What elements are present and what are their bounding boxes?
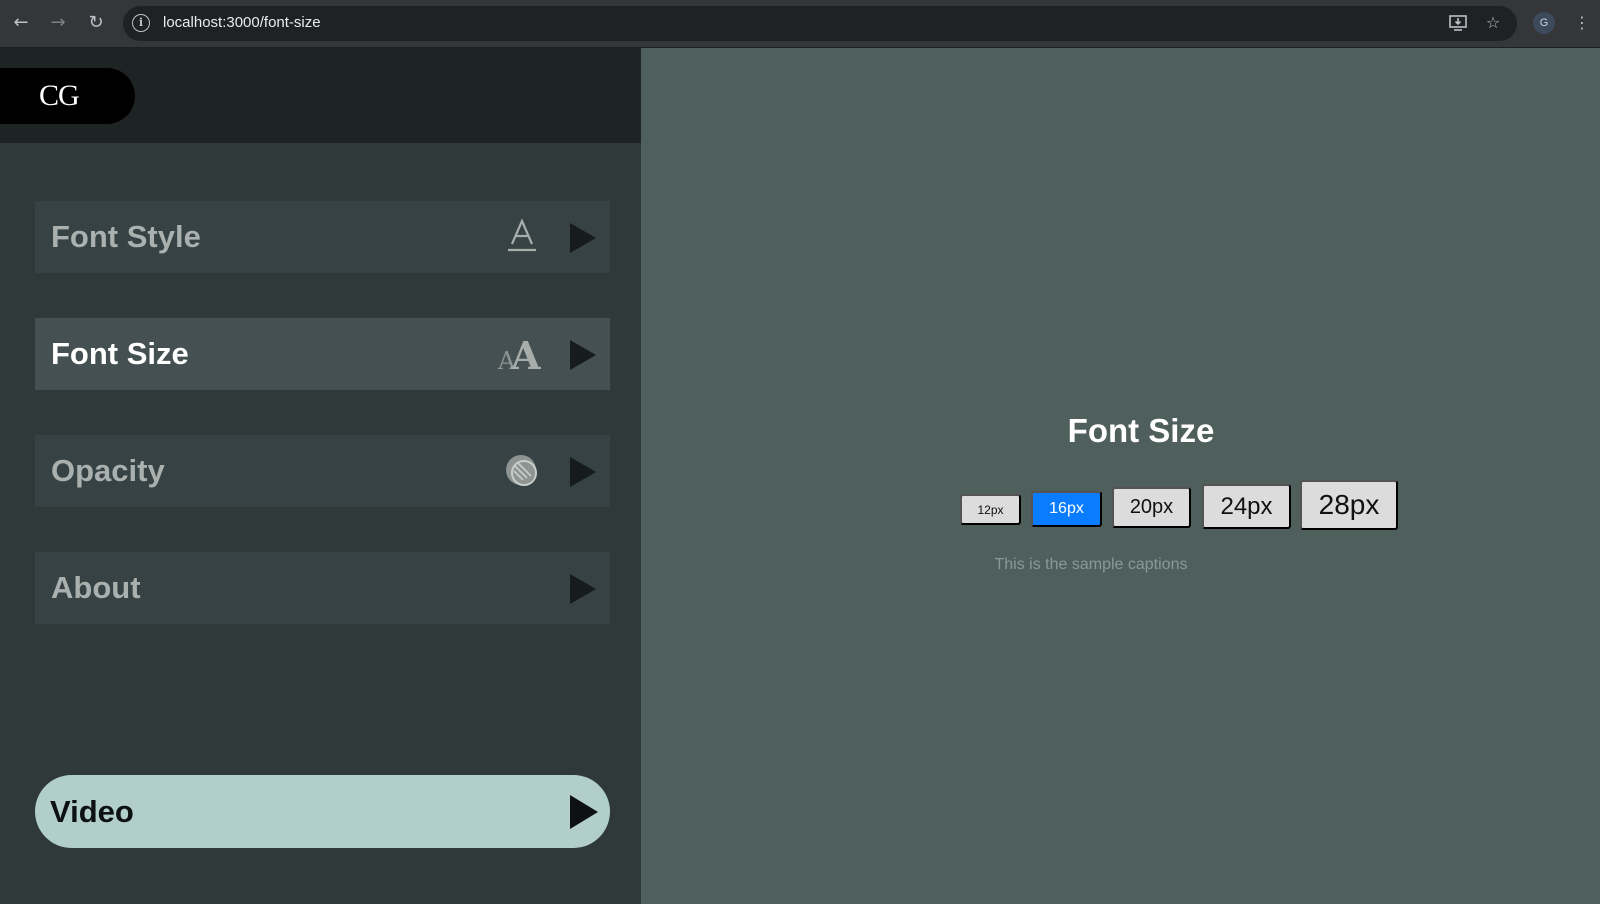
menu-item-opacity[interactable]: Opacity — [35, 435, 610, 507]
main-panel: Font Size 12px 16px 20px 24px 28px This … — [641, 48, 1600, 904]
size-button-20px[interactable]: 20px — [1112, 487, 1191, 528]
address-bar[interactable]: i localhost:3000/font-size — [123, 6, 1517, 41]
bookmark-star-icon[interactable]: ☆ — [1479, 9, 1507, 37]
back-arrow-icon[interactable]: ← — [7, 9, 35, 37]
logo[interactable]: CG — [0, 68, 135, 124]
svg-text:A: A — [510, 334, 541, 374]
sidebar-header: CG — [0, 48, 641, 143]
install-app-icon[interactable] — [1444, 9, 1472, 37]
menu-item-label: About — [51, 570, 141, 605]
arrow-right-icon — [570, 574, 596, 604]
site-info-icon[interactable]: i — [132, 14, 150, 32]
forward-arrow-icon[interactable]: → — [44, 9, 72, 37]
browser-toolbar: ← → ↻ i localhost:3000/font-size ☆ G ⋮ — [0, 0, 1600, 48]
opacity-icon — [502, 451, 542, 491]
menu-item-font-style[interactable]: Font Style — [35, 201, 610, 273]
arrow-right-icon — [570, 340, 596, 370]
size-button-24px[interactable]: 24px — [1202, 484, 1291, 529]
sample-caption: This is the sample captions — [994, 556, 1188, 573]
url-text[interactable]: localhost:3000/font-size — [163, 14, 321, 31]
menu-item-label: Font Style — [51, 219, 201, 254]
font-size-icon: A A — [497, 333, 549, 378]
play-icon — [570, 795, 598, 829]
size-button-16px[interactable]: 16px — [1031, 491, 1102, 527]
page-title: Font Size — [1067, 412, 1215, 449]
menu-item-label: Opacity — [51, 453, 165, 488]
menu-item-about[interactable]: About — [35, 552, 610, 624]
arrow-right-icon — [570, 457, 596, 487]
menu-item-label: Font Size — [51, 336, 189, 371]
size-button-12px[interactable]: 12px — [960, 494, 1021, 525]
reload-icon[interactable]: ↻ — [82, 9, 110, 37]
profile-avatar[interactable]: G — [1533, 12, 1555, 34]
more-menu-icon[interactable]: ⋮ — [1568, 9, 1596, 37]
arrow-right-icon — [570, 223, 596, 253]
menu-item-font-size[interactable]: Font Size A A — [35, 318, 610, 390]
font-style-icon — [505, 217, 539, 257]
sidebar: CG Font Style Font Size A A Opacity Abou… — [0, 48, 641, 904]
video-button-label: Video — [50, 794, 134, 829]
size-button-28px[interactable]: 28px — [1300, 480, 1398, 530]
video-button[interactable]: Video — [35, 775, 610, 848]
